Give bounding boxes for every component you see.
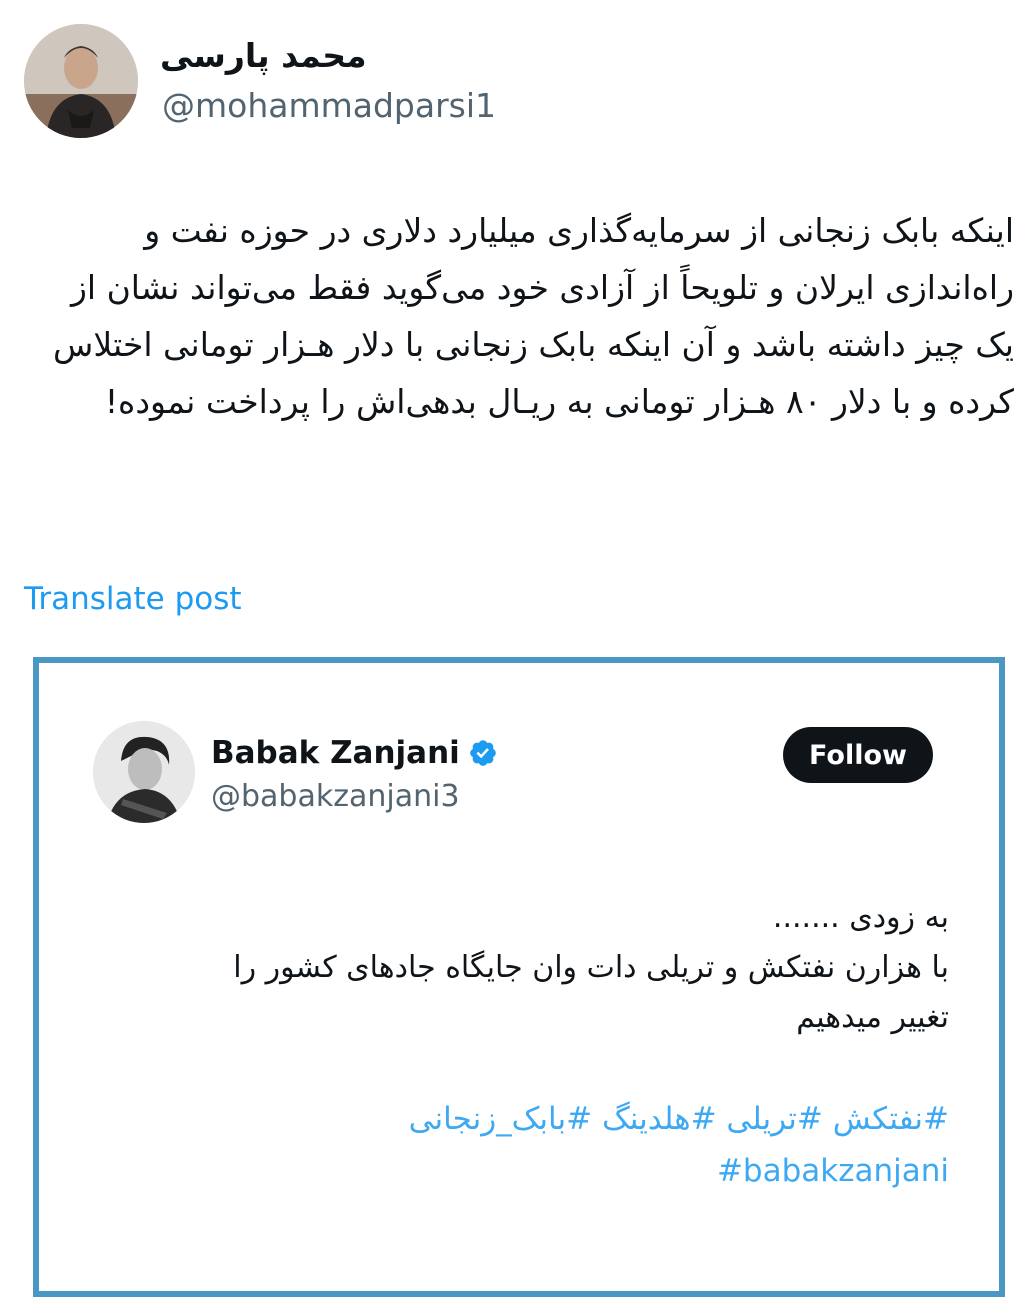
quoted-text-line: تغییر میدهیم: [796, 1000, 949, 1035]
hashtag-link[interactable]: #تریلی: [726, 1101, 822, 1137]
quoted-text-line: به زودی .......: [772, 900, 949, 935]
hashtag-link[interactable]: #هلدینگ: [602, 1101, 717, 1137]
verified-badge-icon: [468, 738, 498, 768]
author-avatar[interactable]: [24, 24, 138, 138]
quoted-post-text: به زودی ....... با هزارن نفتکش و تریلی د…: [69, 893, 949, 1043]
author-avatar-photo: [24, 24, 138, 138]
post-text: اینکه بابک زنجانی از سرمایه‌گذاری میلیار…: [53, 211, 1014, 421]
hashtag-link[interactable]: #babakzanjani: [717, 1153, 949, 1189]
translate-post-link[interactable]: Translate post: [24, 576, 242, 622]
hashtag-link[interactable]: #نفتکش: [833, 1101, 949, 1137]
quoted-text-line: با هزارن نفتکش و تریلی دات وان جایگاه جا…: [233, 950, 949, 985]
quoted-author-avatar[interactable]: [93, 721, 195, 823]
quoted-display-name[interactable]: Babak Zanjani: [211, 733, 460, 773]
author-handle[interactable]: @mohammadparsi1: [162, 84, 496, 128]
hashtag-line: #babakzanjani: [69, 1145, 949, 1197]
hashtag-line: #نفتکش #تریلی #هلدینگ #بابک_زنجانی: [69, 1093, 949, 1145]
hashtags: #نفتکش #تریلی #هلدینگ #بابک_زنجانی #baba…: [69, 1093, 949, 1197]
quoted-post-card[interactable]: Babak Zanjani @babakzanjani3 Follow به ز…: [33, 657, 1005, 1297]
author-display-name[interactable]: محمد پارسی: [160, 34, 367, 78]
hashtag-link[interactable]: #بابک_زنجانی: [409, 1101, 592, 1137]
quoted-name-row: Babak Zanjani: [211, 733, 498, 773]
quoted-author-avatar-photo: [93, 721, 195, 823]
quoted-handle[interactable]: @babakzanjani3: [211, 777, 460, 817]
follow-button[interactable]: Follow: [783, 727, 933, 783]
